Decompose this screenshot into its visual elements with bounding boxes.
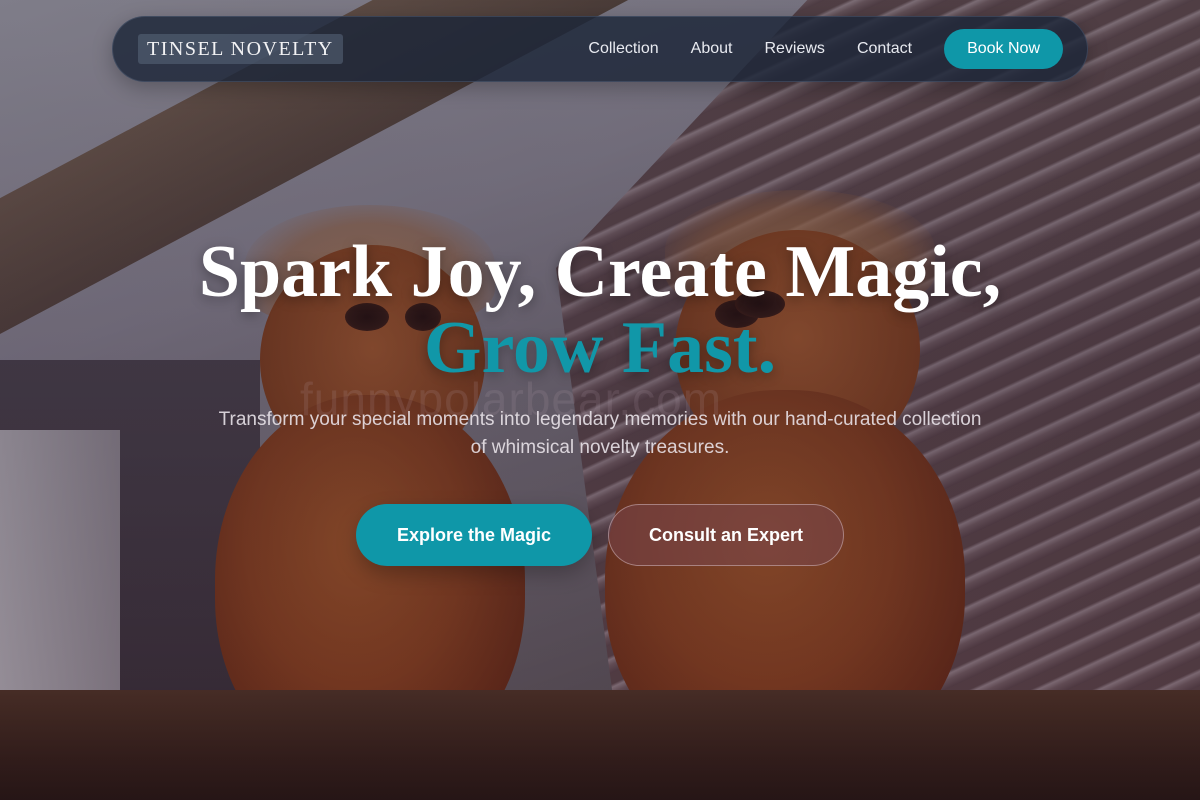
nav-link-contact[interactable]: Contact: [857, 40, 912, 58]
hero-headline-line1: Spark Joy, Create Magic,: [198, 231, 1002, 313]
consult-an-expert-button[interactable]: Consult an Expert: [608, 504, 844, 566]
nav-link-about[interactable]: About: [691, 40, 733, 58]
hero-section: Spark Joy, Create Magic, Grow Fast. Tran…: [0, 232, 1200, 566]
hero-headline-line2: Grow Fast.: [423, 307, 777, 389]
hero-cta-row: Explore the Magic Consult an Expert: [0, 504, 1200, 566]
top-navbar: TINSEL NOVELTY Collection About Reviews …: [112, 16, 1088, 82]
hero-subtitle: Transform your special moments into lege…: [218, 409, 982, 458]
explore-the-magic-button[interactable]: Explore the Magic: [356, 504, 592, 566]
brand-logo[interactable]: TINSEL NOVELTY: [138, 34, 343, 64]
nav-links: Collection About Reviews Contact Book No…: [588, 29, 1063, 69]
nav-link-reviews[interactable]: Reviews: [764, 40, 824, 58]
nav-link-collection[interactable]: Collection: [588, 40, 658, 58]
book-now-button[interactable]: Book Now: [944, 29, 1063, 69]
